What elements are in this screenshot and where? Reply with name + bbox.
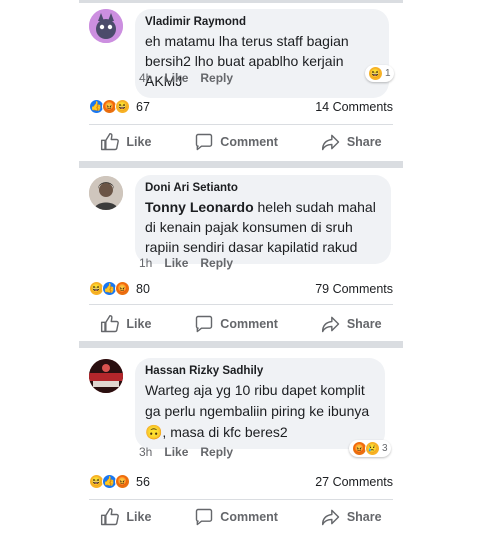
like-label: Like xyxy=(126,510,152,524)
comment-reply-button[interactable]: Reply xyxy=(200,71,233,85)
speech-bubble-icon xyxy=(196,315,213,333)
post-action-bar: Like Comment Share xyxy=(79,314,403,334)
divider xyxy=(89,499,393,500)
reaction-count: 56 xyxy=(136,474,150,489)
comment-like-button[interactable]: Like xyxy=(164,445,188,459)
avatar[interactable] xyxy=(89,9,123,43)
comment-text: Tonny Leonardo heleh sudah mahal di kena… xyxy=(145,197,381,257)
share-button[interactable]: Share xyxy=(321,132,382,152)
reaction-count: 67 xyxy=(136,99,150,114)
comment-label: Comment xyxy=(220,135,278,149)
reaction-group[interactable]: 👍 😡 😆 67 xyxy=(89,99,150,114)
comment-author[interactable]: Hassan Rizky Sadhily xyxy=(145,364,375,378)
post-card: Vladimir Raymond eh matamu lha terus sta… xyxy=(79,3,403,160)
angry-reaction-icon: 😡 xyxy=(115,474,130,489)
comment-reaction-count: 1 xyxy=(385,68,391,79)
comment-bubble: Doni Ari Setianto Tonny Leonardo heleh s… xyxy=(135,175,391,264)
thumbs-up-icon xyxy=(101,314,120,333)
comment-time: 1h xyxy=(139,256,153,270)
comment-button[interactable]: Comment xyxy=(194,507,278,527)
avatar-image xyxy=(89,9,123,43)
like-button[interactable]: Like xyxy=(100,507,151,527)
comment-meta: 1h Like Reply xyxy=(139,256,233,270)
comment-reaction-badge[interactable]: 😡 😢 3 xyxy=(349,440,391,457)
avatar-image xyxy=(89,359,123,393)
share-label: Share xyxy=(346,135,382,149)
speech-bubble-icon xyxy=(196,508,213,526)
post-action-bar: Like Comment Share xyxy=(79,507,403,527)
avatar[interactable] xyxy=(89,176,123,210)
reaction-group[interactable]: 😆 👍 😡 56 xyxy=(89,474,150,489)
comment-reply-button[interactable]: Reply xyxy=(200,445,233,459)
comment-meta: 3h Like Reply xyxy=(139,445,233,459)
divider xyxy=(89,124,393,125)
mention-link[interactable]: Tonny Leonardo xyxy=(145,199,254,215)
post-separator xyxy=(79,161,403,168)
like-label: Like xyxy=(126,135,152,149)
like-button[interactable]: Like xyxy=(100,314,151,334)
angry-reaction-icon: 😡 xyxy=(115,281,130,296)
post-card: Hassan Rizky Sadhily Warteg aja yg 10 ri… xyxy=(79,348,403,540)
reaction-group[interactable]: 😆 👍 😡 80 xyxy=(89,281,150,296)
comment-reply-button[interactable]: Reply xyxy=(200,256,233,270)
haha-icon: 😆 xyxy=(368,66,383,81)
avatar[interactable] xyxy=(89,359,123,393)
comment-reaction-count: 3 xyxy=(382,443,388,454)
sad-icon: 😢 xyxy=(365,441,380,456)
post-separator xyxy=(79,341,403,348)
share-label: Share xyxy=(346,317,382,331)
share-arrow-icon xyxy=(321,509,340,526)
post-reaction-summary: 👍 😡 😆 67 14 Comments xyxy=(89,99,393,114)
post-reaction-summary: 😆 👍 😡 56 27 Comments xyxy=(89,474,393,489)
share-label: Share xyxy=(346,510,382,524)
post-card: Doni Ari Setianto Tonny Leonardo heleh s… xyxy=(79,168,403,340)
comment-button[interactable]: Comment xyxy=(194,314,278,334)
comment-text: Warteg aja yg 10 ribu dapet komplit ga p… xyxy=(145,382,370,440)
avatar-image xyxy=(89,176,123,210)
share-button[interactable]: Share xyxy=(321,507,382,527)
share-arrow-icon xyxy=(321,316,340,333)
comment-time: 3h xyxy=(139,445,153,459)
comment-button[interactable]: Comment xyxy=(194,132,278,152)
comment-meta: 4h Like Reply xyxy=(139,71,233,85)
divider xyxy=(89,304,393,305)
thumbs-up-icon xyxy=(101,507,120,526)
comment-like-button[interactable]: Like xyxy=(164,256,188,270)
reaction-count: 80 xyxy=(136,281,150,296)
comment-bubble: Hassan Rizky Sadhily Warteg aja yg 10 ri… xyxy=(135,358,385,449)
comment-reaction-badge[interactable]: 😆 1 xyxy=(365,65,394,82)
post-reaction-summary: 😆 👍 😡 80 79 Comments xyxy=(89,281,393,296)
comment-time: 4h xyxy=(139,71,153,85)
comments-count-link[interactable]: 27 Comments xyxy=(315,475,393,489)
share-button[interactable]: Share xyxy=(321,314,382,334)
comment-author[interactable]: Doni Ari Setianto xyxy=(145,181,381,195)
haha-reaction-icon: 😆 xyxy=(115,99,130,114)
comments-count-link[interactable]: 79 Comments xyxy=(315,282,393,296)
post-action-bar: Like Comment Share xyxy=(79,132,403,152)
like-label: Like xyxy=(126,317,152,331)
comments-count-link[interactable]: 14 Comments xyxy=(315,100,393,114)
speech-bubble-icon xyxy=(196,133,213,151)
comment-label: Comment xyxy=(220,317,278,331)
share-arrow-icon xyxy=(321,134,340,151)
comment-like-button[interactable]: Like xyxy=(164,71,188,85)
comment-author[interactable]: Vladimir Raymond xyxy=(145,15,379,29)
comment-label: Comment xyxy=(220,510,278,524)
like-button[interactable]: Like xyxy=(100,132,151,152)
thumbs-up-icon xyxy=(101,132,120,151)
